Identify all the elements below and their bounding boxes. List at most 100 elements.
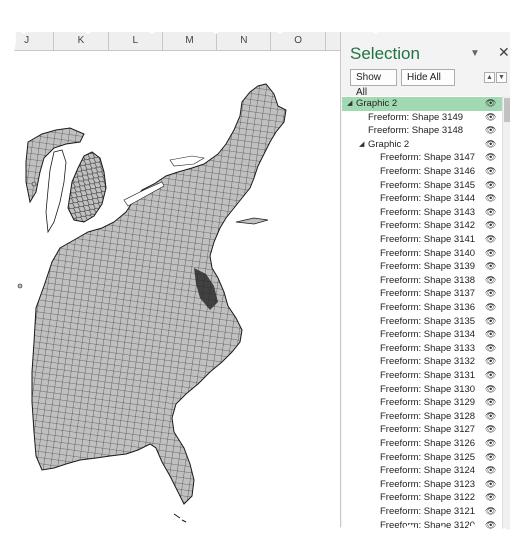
- item-label: Freeform: Shape 3147: [380, 152, 476, 164]
- item-label: Freeform: Shape 3136: [380, 302, 476, 313]
- item-label: Freeform: Shape 3139: [380, 261, 476, 273]
- list-item[interactable]: Freeform: Shape 3140 👁: [342, 247, 502, 261]
- close-icon[interactable]: ✕: [498, 44, 510, 61]
- visibility-eye-icon[interactable]: 👁: [485, 423, 496, 437]
- item-label: Freeform: Shape 3126: [380, 438, 476, 449]
- visibility-eye-icon[interactable]: 👁: [485, 287, 496, 301]
- visibility-eye-icon[interactable]: 👁: [485, 383, 496, 397]
- list-item[interactable]: Freeform: Shape 3144 👁: [342, 192, 502, 206]
- list-item[interactable]: Freeform: Shape 3142 👁: [342, 219, 502, 233]
- visibility-eye-icon[interactable]: 👁: [485, 410, 496, 424]
- visibility-eye-icon[interactable]: 👁: [485, 138, 496, 152]
- visibility-eye-icon[interactable]: 👁: [485, 206, 496, 220]
- item-label: Freeform: Shape 3146: [380, 166, 476, 177]
- visibility-eye-icon[interactable]: 👁: [485, 342, 496, 356]
- item-label: Freeform: Shape 3138: [380, 274, 476, 286]
- county-map-graphic[interactable]: [14, 72, 314, 532]
- visibility-eye-icon[interactable]: 👁: [485, 219, 496, 233]
- item-label: Freeform: Shape 3134: [380, 329, 476, 341]
- visibility-eye-icon[interactable]: 👁: [485, 451, 496, 465]
- list-item[interactable]: Freeform: Shape 3148 👁: [342, 124, 502, 138]
- list-item[interactable]: Freeform: Shape 3127 👁: [342, 423, 502, 437]
- item-label: Freeform: Shape 3145: [380, 179, 476, 191]
- item-label: Freeform: Shape 3125: [380, 451, 476, 463]
- visibility-eye-icon[interactable]: 👁: [485, 437, 496, 451]
- list-item[interactable]: Freeform: Shape 3123 👁: [342, 478, 502, 492]
- show-all-button[interactable]: Show All: [350, 69, 397, 98]
- torn-edge-left: [0, 0, 20, 554]
- list-item[interactable]: Freeform: Shape 3145 👁: [342, 179, 502, 193]
- hide-all-button[interactable]: Hide All: [401, 69, 455, 86]
- list-item[interactable]: Freeform: Shape 3133 👁: [342, 342, 502, 356]
- visibility-eye-icon[interactable]: 👁: [485, 111, 496, 125]
- item-label: Freeform: Shape 3141: [380, 234, 476, 245]
- visibility-eye-icon[interactable]: 👁: [485, 179, 496, 193]
- visibility-eye-icon[interactable]: 👁: [485, 315, 496, 329]
- map-svg: [17, 83, 287, 523]
- list-item[interactable]: Freeform: Shape 3139 👁: [342, 260, 502, 274]
- visibility-eye-icon[interactable]: 👁: [485, 192, 496, 206]
- list-item[interactable]: Freeform: Shape 3128 👁: [342, 410, 502, 424]
- torn-edge-bottom: [0, 524, 520, 554]
- list-item[interactable]: Freeform: Shape 3124 👁: [342, 464, 502, 478]
- list-scrollbar[interactable]: [502, 96, 510, 534]
- list-item[interactable]: Freeform: Shape 3134 👁: [342, 328, 502, 342]
- item-label: Freeform: Shape 3131: [380, 370, 476, 381]
- group-item[interactable]: ◢ Graphic 2 👁: [342, 138, 502, 152]
- item-label: Freeform: Shape 3135: [380, 315, 476, 327]
- scrollbar-thumb[interactable]: [504, 98, 510, 122]
- spreadsheet-area[interactable]: JKLMNO: [14, 32, 341, 534]
- visibility-eye-icon[interactable]: 👁: [485, 396, 496, 410]
- item-label: Freeform: Shape 3122: [380, 492, 476, 504]
- visibility-eye-icon[interactable]: 👁: [485, 464, 496, 478]
- item-label: Freeform: Shape 3129: [380, 397, 476, 409]
- list-item[interactable]: Freeform: Shape 3125 👁: [342, 451, 502, 465]
- visibility-eye-icon[interactable]: 👁: [485, 165, 496, 179]
- item-label: Freeform: Shape 3132: [380, 356, 476, 368]
- list-item[interactable]: Freeform: Shape 3129 👁: [342, 396, 502, 410]
- send-backward-icon[interactable]: ▼: [496, 72, 507, 83]
- visibility-eye-icon[interactable]: 👁: [485, 355, 496, 369]
- item-label: Graphic 2: [356, 98, 398, 109]
- list-item[interactable]: Freeform: Shape 3138 👁: [342, 274, 502, 288]
- visibility-eye-icon[interactable]: 👁: [485, 97, 496, 111]
- item-label: Freeform: Shape 3133: [380, 342, 476, 354]
- item-label: Freeform: Shape 3128: [380, 410, 476, 422]
- list-item[interactable]: Freeform: Shape 3126 👁: [342, 437, 502, 451]
- visibility-eye-icon[interactable]: 👁: [485, 247, 496, 261]
- visibility-eye-icon[interactable]: 👁: [485, 478, 496, 492]
- list-item[interactable]: Freeform: Shape 3131 👁: [342, 369, 502, 383]
- visibility-eye-icon[interactable]: 👁: [485, 151, 496, 165]
- window-frame: JKLMNO Selection ▼ ✕ Show All Hide All ▲…: [14, 32, 510, 534]
- torn-edge-top: [0, 0, 520, 34]
- list-item[interactable]: Freeform: Shape 3137 👁: [342, 287, 502, 301]
- visibility-eye-icon[interactable]: 👁: [485, 233, 496, 247]
- visibility-eye-icon[interactable]: 👁: [485, 124, 496, 138]
- visibility-eye-icon[interactable]: 👁: [485, 274, 496, 288]
- list-item[interactable]: Freeform: Shape 3143 👁: [342, 206, 502, 220]
- visibility-eye-icon[interactable]: 👁: [485, 491, 496, 505]
- item-label: Freeform: Shape 3148: [368, 125, 464, 137]
- bring-forward-icon[interactable]: ▲: [484, 72, 495, 83]
- visibility-eye-icon[interactable]: 👁: [485, 301, 496, 315]
- list-item[interactable]: Freeform: Shape 3146 👁: [342, 165, 502, 179]
- group-item[interactable]: ◢ Graphic 2 👁: [342, 97, 502, 111]
- list-item[interactable]: Freeform: Shape 3141 👁: [342, 233, 502, 247]
- list-item[interactable]: Freeform: Shape 3130 👁: [342, 383, 502, 397]
- item-label: Freeform: Shape 3144: [380, 193, 476, 205]
- item-label: Freeform: Shape 3127: [380, 424, 476, 436]
- list-item[interactable]: Freeform: Shape 3132 👁: [342, 355, 502, 369]
- list-item[interactable]: Freeform: Shape 3135 👁: [342, 315, 502, 329]
- list-item[interactable]: Freeform: Shape 3136 👁: [342, 301, 502, 315]
- item-label: Freeform: Shape 3142: [380, 220, 476, 232]
- item-label: Freeform: Shape 3143: [380, 206, 476, 218]
- pane-options-dropdown-icon[interactable]: ▼: [470, 48, 480, 59]
- visibility-eye-icon[interactable]: 👁: [485, 369, 496, 383]
- collapse-triangle-icon[interactable]: ◢: [359, 138, 364, 152]
- list-item[interactable]: Freeform: Shape 3122 👁: [342, 491, 502, 505]
- visibility-eye-icon[interactable]: 👁: [485, 260, 496, 274]
- collapse-triangle-icon[interactable]: ◢: [347, 97, 352, 111]
- list-item[interactable]: Freeform: Shape 3149 👁: [342, 111, 502, 125]
- list-item[interactable]: Freeform: Shape 3147 👁: [342, 151, 502, 165]
- visibility-eye-icon[interactable]: 👁: [485, 328, 496, 342]
